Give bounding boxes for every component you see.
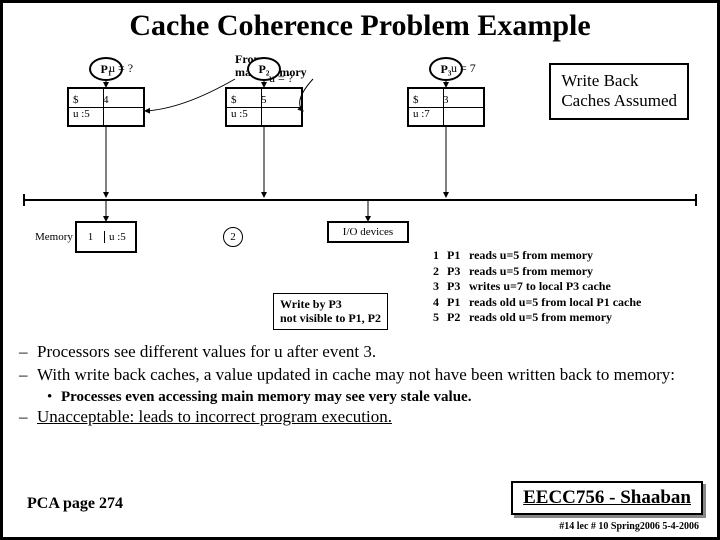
p1-u: u = ? [109, 61, 133, 76]
event-list: 1P1reads u=5 from memory 2P3reads u=5 fr… [433, 248, 641, 326]
event-2-circle: 2 [223, 227, 243, 247]
bullet-3: –Unacceptable: leads to incorrect progra… [19, 406, 701, 427]
p1-cache: $4 u :5 [67, 87, 145, 127]
bullet-1: –Processors see different values for u a… [19, 341, 701, 362]
footer-box: EECC756 - Shaaban [511, 481, 703, 515]
write-note: Write by P3 not visible to P1, P2 [273, 293, 388, 330]
footer-sub: #14 lec # 10 Spring2006 5-4-2006 [559, 521, 699, 532]
io-box: I/O devices [327, 221, 409, 243]
p3-cache: $3 u :7 [407, 87, 485, 127]
bullet-2-sub: •Processes even accessing main memory ma… [47, 388, 701, 407]
bullet-2: –With write back caches, a value updated… [19, 364, 701, 385]
memory-label: Memory [35, 231, 73, 243]
p3-u: u = 7 [451, 61, 476, 76]
p2-u: u = ? [269, 71, 293, 86]
p2-cache: $5 u :5 [225, 87, 303, 127]
processor-p2: P₂ $5 u :5 [225, 57, 303, 127]
bus-line [23, 199, 697, 201]
slide: Cache Coherence Problem Example From mai… [0, 0, 720, 540]
slide-title: Cache Coherence Problem Example [3, 9, 717, 43]
bullets: –Processors see different values for u a… [19, 341, 701, 428]
memory-box: 1u :5 [75, 221, 137, 253]
processor-p1: P₁ $4 u :5 [67, 57, 145, 127]
footer-left: PCA page 274 [27, 495, 123, 513]
diagram: From main memory Write Back Caches Assum… [3, 49, 717, 259]
writeback-box: Write Back Caches Assumed [549, 63, 689, 120]
